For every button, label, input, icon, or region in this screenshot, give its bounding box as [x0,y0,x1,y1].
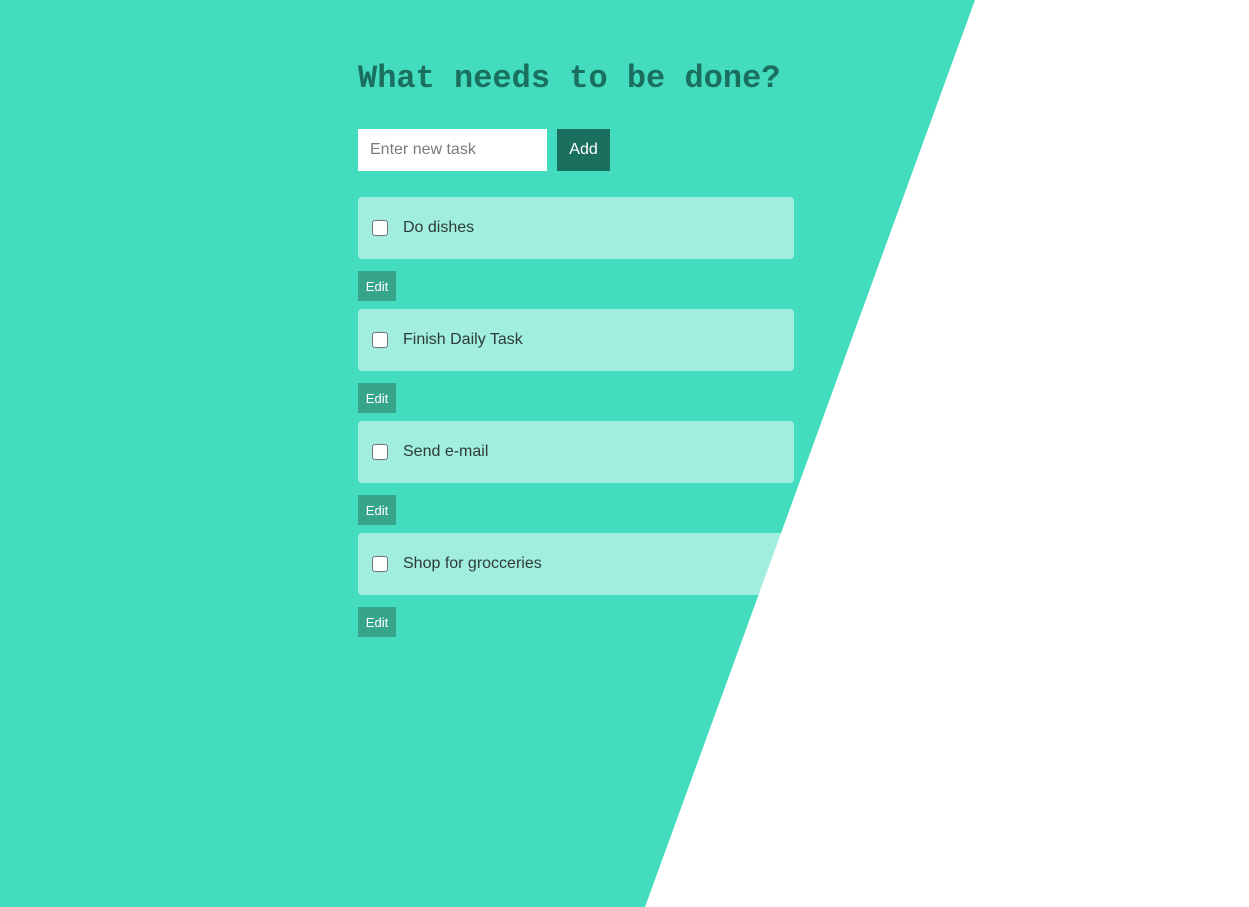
task-checkbox[interactable] [372,556,388,572]
edit-button[interactable]: Edit [358,271,396,301]
task-list: Do dishes Edit Finish Daily Task Edit Se… [358,197,794,645]
task-item: Do dishes [358,197,794,259]
task-block: Shop for grocceries Edit [358,533,794,645]
edit-button[interactable]: Edit [358,383,396,413]
edit-button[interactable]: Edit [358,607,396,637]
task-item: Shop for grocceries [358,533,794,595]
task-label: Send e-mail [403,443,489,460]
page-title: What needs to be done? [358,60,781,97]
add-button[interactable]: Add [557,129,610,171]
task-label: Do dishes [403,219,475,236]
task-item: Send e-mail [358,421,794,483]
task-block: Finish Daily Task Edit [358,309,794,421]
task-block: Do dishes Edit [358,197,794,309]
add-task-form: Add [358,129,610,171]
task-block: Send e-mail Edit [358,421,794,533]
task-checkbox[interactable] [372,332,388,348]
task-checkbox[interactable] [372,444,388,460]
task-item: Finish Daily Task [358,309,794,371]
task-label: Finish Daily Task [403,331,523,348]
new-task-input[interactable] [358,129,547,171]
task-checkbox[interactable] [372,220,388,236]
edit-button[interactable]: Edit [358,495,396,525]
task-label: Shop for grocceries [403,555,542,572]
